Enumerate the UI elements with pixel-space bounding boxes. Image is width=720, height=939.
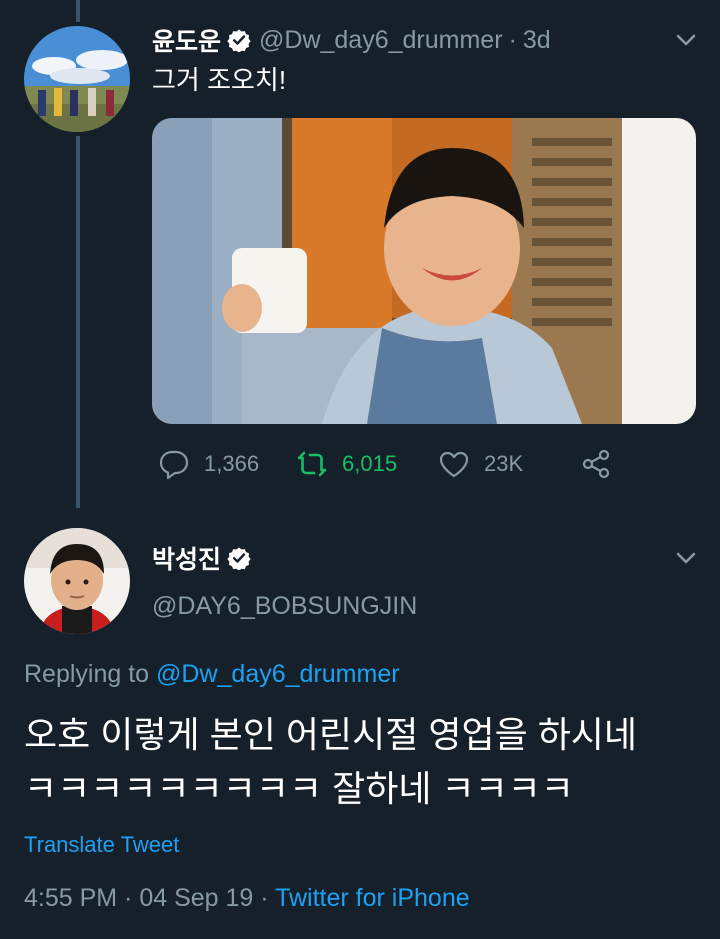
share-icon — [580, 448, 612, 480]
verified-badge-icon — [227, 546, 251, 570]
tweet-header: 윤도운 @Dw_day6_drummer · 3d — [152, 22, 551, 58]
chevron-down-icon[interactable] — [672, 544, 700, 572]
meta-separator: · — [260, 884, 269, 912]
retweet-icon — [296, 448, 328, 480]
retweet-count: 6,015 — [342, 451, 398, 476]
thread-line-top — [76, 0, 80, 22]
retweet-button[interactable]: 6,015 — [296, 448, 438, 480]
display-name[interactable]: 윤도운 — [152, 22, 221, 58]
reply-button[interactable]: 1,366 — [158, 448, 296, 480]
source-link[interactable]: Twitter for iPhone — [275, 884, 470, 912]
like-count: 23K — [484, 451, 524, 476]
chevron-down-icon[interactable] — [672, 26, 700, 54]
thread-line — [76, 136, 80, 508]
display-name[interactable]: 박성진 — [152, 540, 221, 576]
reply-icon — [158, 448, 190, 480]
handle[interactable]: @DAY6_BOBSUNGJIN — [152, 592, 417, 621]
replying-to: Replying to @Dw_day6_drummer — [24, 660, 400, 689]
share-button[interactable] — [580, 448, 626, 480]
handle[interactable]: @Dw_day6_drummer — [259, 26, 503, 55]
tweet-meta: 4:55 PM · 04 Sep 19 · Twitter for iPhone — [24, 884, 470, 913]
separator: · — [508, 25, 517, 54]
avatar[interactable] — [24, 26, 130, 132]
like-icon — [438, 448, 470, 480]
tweet-text: 그거 조오치! — [152, 65, 287, 95]
tweet-photo[interactable] — [152, 118, 696, 424]
timestamp: 4:55 PM · 04 Sep 19 — [24, 884, 254, 912]
tweet-text: 오호 이렇게 본인 어린시절 영업을 하시네 ㅋㅋㅋㅋㅋㅋㅋㅋㅋ 잘하네 ㅋㅋㅋ… — [24, 714, 638, 809]
mention-link[interactable]: @Dw_day6_drummer — [156, 660, 400, 688]
verified-badge-icon — [227, 28, 251, 52]
reply-header: 박성진 — [152, 540, 259, 576]
timestamp[interactable]: 3d — [523, 26, 551, 55]
replying-prefix: Replying to — [24, 660, 150, 688]
translate-tweet-link[interactable]: Translate Tweet — [24, 832, 179, 858]
avatar[interactable] — [24, 528, 130, 634]
like-button[interactable]: 23K — [438, 448, 580, 480]
reply-count: 1,366 — [204, 451, 260, 476]
tweet-actions: 1,366 6,015 23K — [158, 446, 626, 482]
